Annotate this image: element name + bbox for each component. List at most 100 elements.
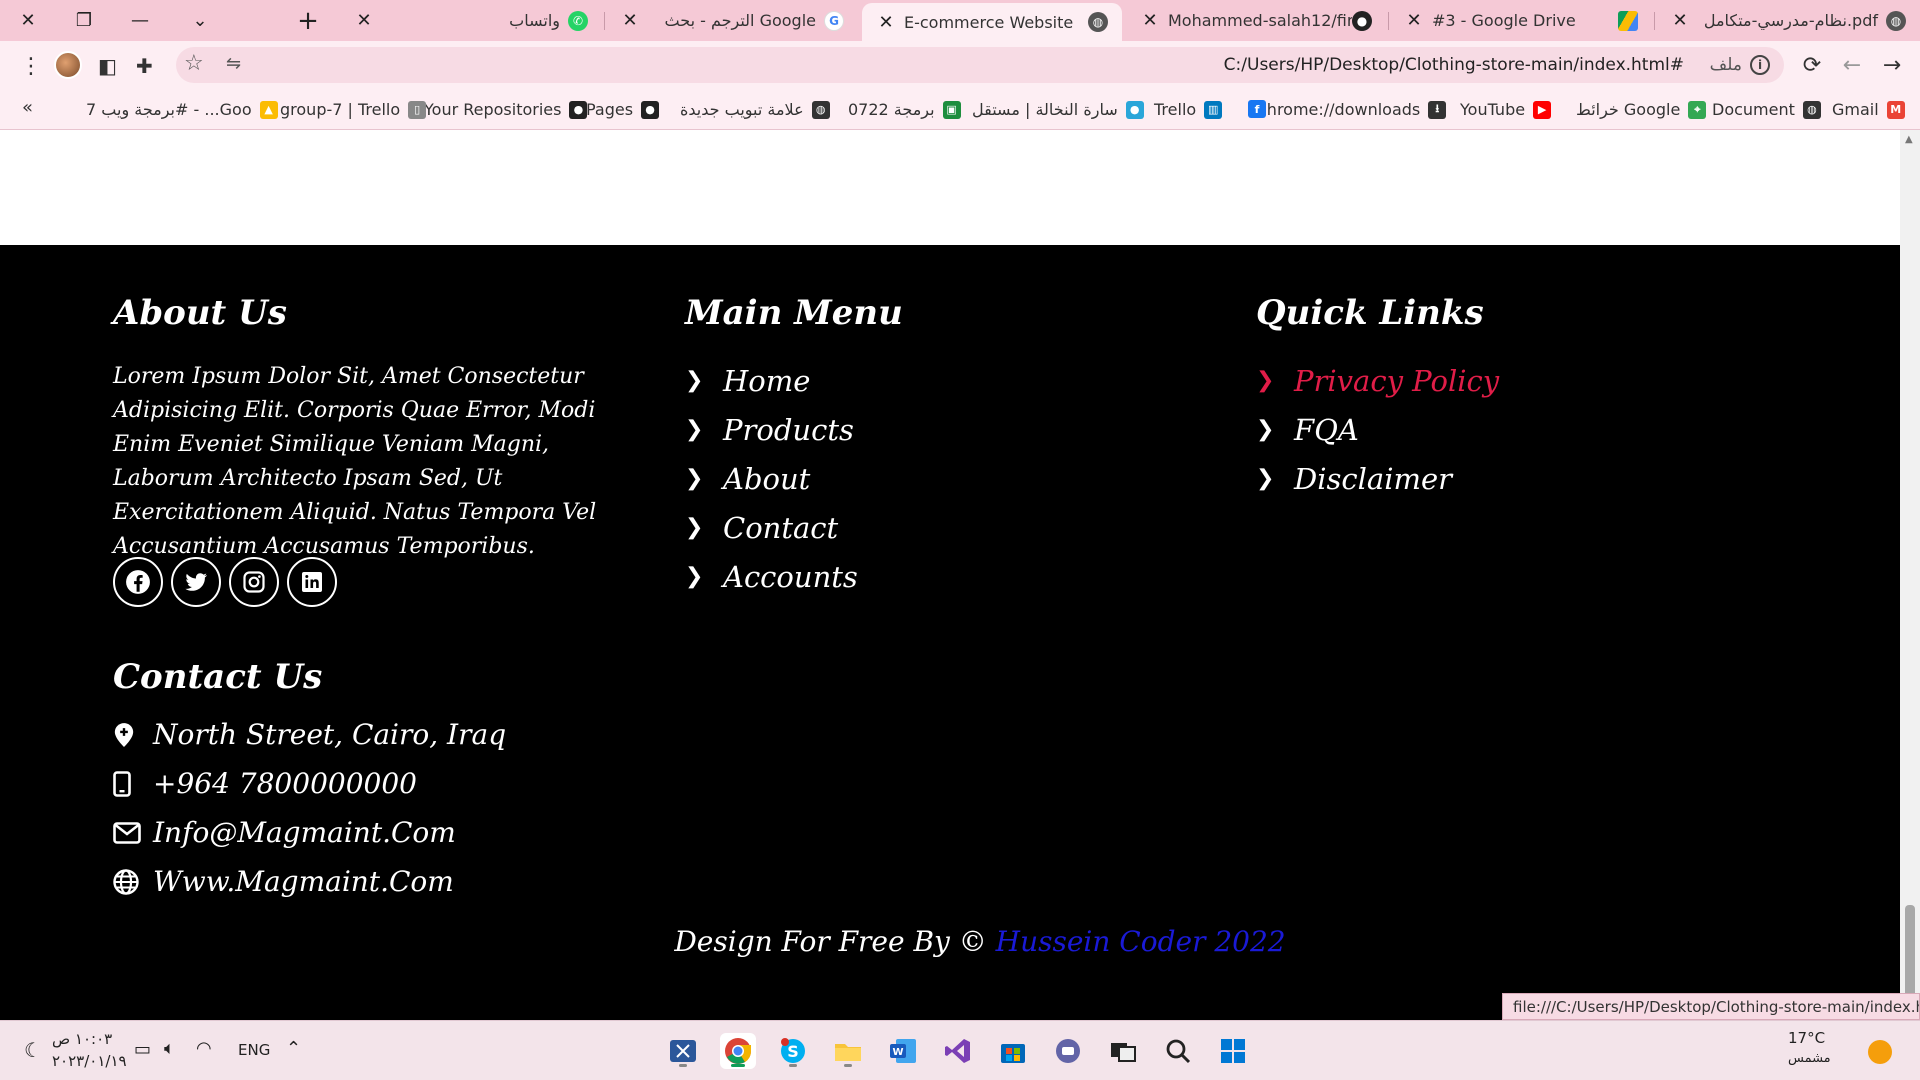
bookmark-item[interactable]: Pages ● <box>586 100 660 119</box>
facebook-icon[interactable] <box>113 557 163 607</box>
menu-link-products[interactable]: ❯ Products <box>685 405 858 454</box>
bookmark-item[interactable]: علامة تبويب جديدة ◍ <box>680 100 830 119</box>
bookmark-label: Gmail <box>1832 100 1879 119</box>
location-pin-icon <box>113 722 153 748</box>
contact-email[interactable]: Info@Magmaint.Com <box>113 808 506 857</box>
minimize-window-button[interactable]: — <box>112 0 168 41</box>
chrome-icon[interactable] <box>720 1033 756 1069</box>
bookmark-item[interactable]: برمجة ويب 7# - ...Goo ▲ <box>86 100 278 119</box>
browser-toolbar: ⋮ ◧ ✚ ☆ ⇋ C:/Users/HP/Desktop/Clothing-s… <box>0 41 1920 90</box>
contact-website[interactable]: Www.Magmaint.Com <box>113 857 506 906</box>
globe-icon: ◍ <box>1802 100 1821 119</box>
scroll-up-arrow-icon[interactable]: ▲ <box>1905 134 1913 145</box>
close-tab-icon[interactable]: ✕ <box>1670 10 1690 31</box>
quick-link-disclaimer[interactable]: ❯ Disclaimer <box>1256 454 1499 503</box>
snipping-tool-icon[interactable] <box>665 1033 701 1069</box>
bookmark-item[interactable]: Your Repositories ● <box>424 100 588 119</box>
bookmark-item[interactable]: YouTube ▶ <box>1460 100 1552 119</box>
tab-title: #3 - Google Drive <box>1432 11 1576 30</box>
bookmark-item[interactable]: برمجة 0722 ▣ <box>848 100 961 119</box>
reload-button[interactable]: ⟳ <box>1796 49 1828 81</box>
bookmark-item[interactable]: f <box>1240 100 1266 118</box>
twitter-icon[interactable] <box>171 557 221 607</box>
github-icon: ● <box>1352 10 1372 31</box>
back-button[interactable]: → <box>1876 49 1908 81</box>
bookmark-item[interactable]: سارة النخالة | مستقل ● <box>972 100 1144 119</box>
close-tab-icon[interactable]: ✕ <box>1140 10 1160 31</box>
menu-kebab-icon[interactable]: ⋮ <box>20 54 42 79</box>
close-tab-icon[interactable]: ✕ <box>354 10 374 31</box>
tab-whatsapp[interactable]: ✕ واتساب ✆ <box>340 0 602 41</box>
bookmark-item[interactable]: group-7 | Trello ▯ <box>280 100 427 119</box>
chat-icon[interactable] <box>1050 1033 1086 1069</box>
tab-title: نظام-مدرسي-متكامل.pdf <box>1703 11 1878 30</box>
menu-link-contact[interactable]: ❯ Contact <box>685 503 858 552</box>
avatar[interactable] <box>54 51 82 79</box>
maps-icon: ⌖ <box>1688 100 1707 119</box>
tab-google-search[interactable]: ✕ الترجم - بحث Google G <box>606 0 858 41</box>
menu-link-about[interactable]: ❯ About <box>685 454 858 503</box>
clock-date[interactable]: ٢٠٢٣/٠١/١٩ <box>52 1052 127 1070</box>
tab-google-drive[interactable]: ✕ #3 - Google Drive <box>1390 0 1652 41</box>
close-tab-icon[interactable]: ✕ <box>620 10 640 31</box>
tab-ecommerce-website[interactable]: ✕ E-commerce Website ◍ <box>862 3 1122 41</box>
weather-condition[interactable]: مشمس <box>1788 1051 1831 1066</box>
skype-icon[interactable]: S <box>775 1033 811 1069</box>
visual-studio-icon[interactable] <box>940 1033 976 1069</box>
site-info-icon[interactable]: i <box>1750 55 1770 75</box>
quick-link-privacy-policy[interactable]: ❯ Privacy Policy <box>1256 356 1499 405</box>
quick-link-fqa[interactable]: ❯ FQA <box>1256 405 1499 454</box>
address-url[interactable]: C:/Users/HP/Desktop/Clothing-store-main/… <box>1224 55 1684 75</box>
phone-icon <box>113 770 153 797</box>
bookmark-item[interactable]: خرائط Google ⌖ <box>1576 100 1707 119</box>
extensions-icon[interactable]: ✚ <box>136 54 153 78</box>
volume-icon[interactable]: 🔈︎ <box>164 1038 175 1059</box>
close-window-button[interactable]: ✕ <box>0 0 56 41</box>
tray-expand-icon[interactable]: ⌃ <box>286 1038 301 1059</box>
tab-search-button[interactable]: ⌄ <box>172 0 228 41</box>
night-mode-icon[interactable]: ☾ <box>24 1038 42 1062</box>
trello-icon: ▥ <box>1204 100 1223 119</box>
tab-pdf[interactable]: ✕ نظام-مدرسي-متكامل.pdf ◍ <box>1656 0 1920 41</box>
restore-window-button[interactable]: ❐ <box>56 0 112 41</box>
language-indicator[interactable]: ENG <box>238 1041 270 1059</box>
bookmark-item[interactable]: chrome://downloads ⭳ <box>1258 100 1447 119</box>
tab-github[interactable]: ✕ Mohammed-salah12/finalp ● <box>1126 0 1386 41</box>
battery-icon[interactable]: ▭ <box>134 1039 151 1060</box>
bookmark-item[interactable]: Trello ▥ <box>1154 100 1223 119</box>
file-explorer-icon[interactable] <box>830 1033 866 1069</box>
word-icon[interactable]: W <box>885 1033 921 1069</box>
instagram-icon[interactable] <box>229 557 279 607</box>
windows-start-icon[interactable] <box>1215 1033 1251 1069</box>
address-bar[interactable]: ☆ ⇋ C:/Users/HP/Desktop/Clothing-store-m… <box>176 47 1784 83</box>
bookmark-label: سارة النخالة | مستقل <box>972 100 1118 119</box>
clock-time[interactable]: ١٠:٠٣ ص <box>52 1030 112 1048</box>
browser-tab-bar: ✕ ❐ — ⌄ + ✕ واتساب ✆ ✕ الترجم - بحث Goog… <box>0 0 1920 41</box>
menu-link-accounts[interactable]: ❯ Accounts <box>685 552 858 601</box>
bookmark-item[interactable]: Gmail M <box>1832 100 1905 119</box>
close-tab-icon[interactable]: ✕ <box>1404 10 1424 31</box>
store-icon[interactable] <box>995 1033 1031 1069</box>
bookmarks-overflow-button[interactable]: « <box>22 97 33 118</box>
task-view-icon[interactable] <box>1105 1033 1141 1069</box>
sidebar-icon[interactable]: ◧ <box>98 54 117 78</box>
windows-taskbar: ☾ ١٠:٠٣ ص ٢٠٢٣/٠١/١٩ ▭ 🔈︎ ◠ ENG ⌃ S W 17… <box>0 1020 1920 1080</box>
author-link[interactable]: Hussein Coder 2022 <box>996 925 1286 958</box>
bookmark-label: برمجة ويب 7# - ...Goo <box>86 100 252 119</box>
close-tab-icon[interactable]: ✕ <box>876 12 896 33</box>
sun-icon[interactable] <box>1868 1040 1892 1064</box>
wifi-icon[interactable]: ◠ <box>196 1038 212 1059</box>
scrollbar-thumb[interactable] <box>1905 905 1915 1005</box>
bookmark-item[interactable]: Document ◍ <box>1712 100 1821 119</box>
forward-button[interactable]: ← <box>1836 49 1868 81</box>
bookmark-star-icon[interactable]: ☆ <box>184 51 204 76</box>
linkedin-icon[interactable] <box>287 557 337 607</box>
new-tab-button[interactable]: + <box>280 0 336 41</box>
page-scrollbar[interactable]: ▲ ▼ <box>1900 130 1920 1020</box>
weather-temp[interactable]: 17°C <box>1788 1029 1825 1047</box>
chevron-right-icon: ❯ <box>1256 368 1275 393</box>
bookmark-label: group-7 | Trello <box>280 100 401 119</box>
reading-mode-icon[interactable]: ⇋ <box>226 53 241 74</box>
search-icon[interactable] <box>1160 1033 1196 1069</box>
menu-link-home[interactable]: ❯ Home <box>685 356 858 405</box>
